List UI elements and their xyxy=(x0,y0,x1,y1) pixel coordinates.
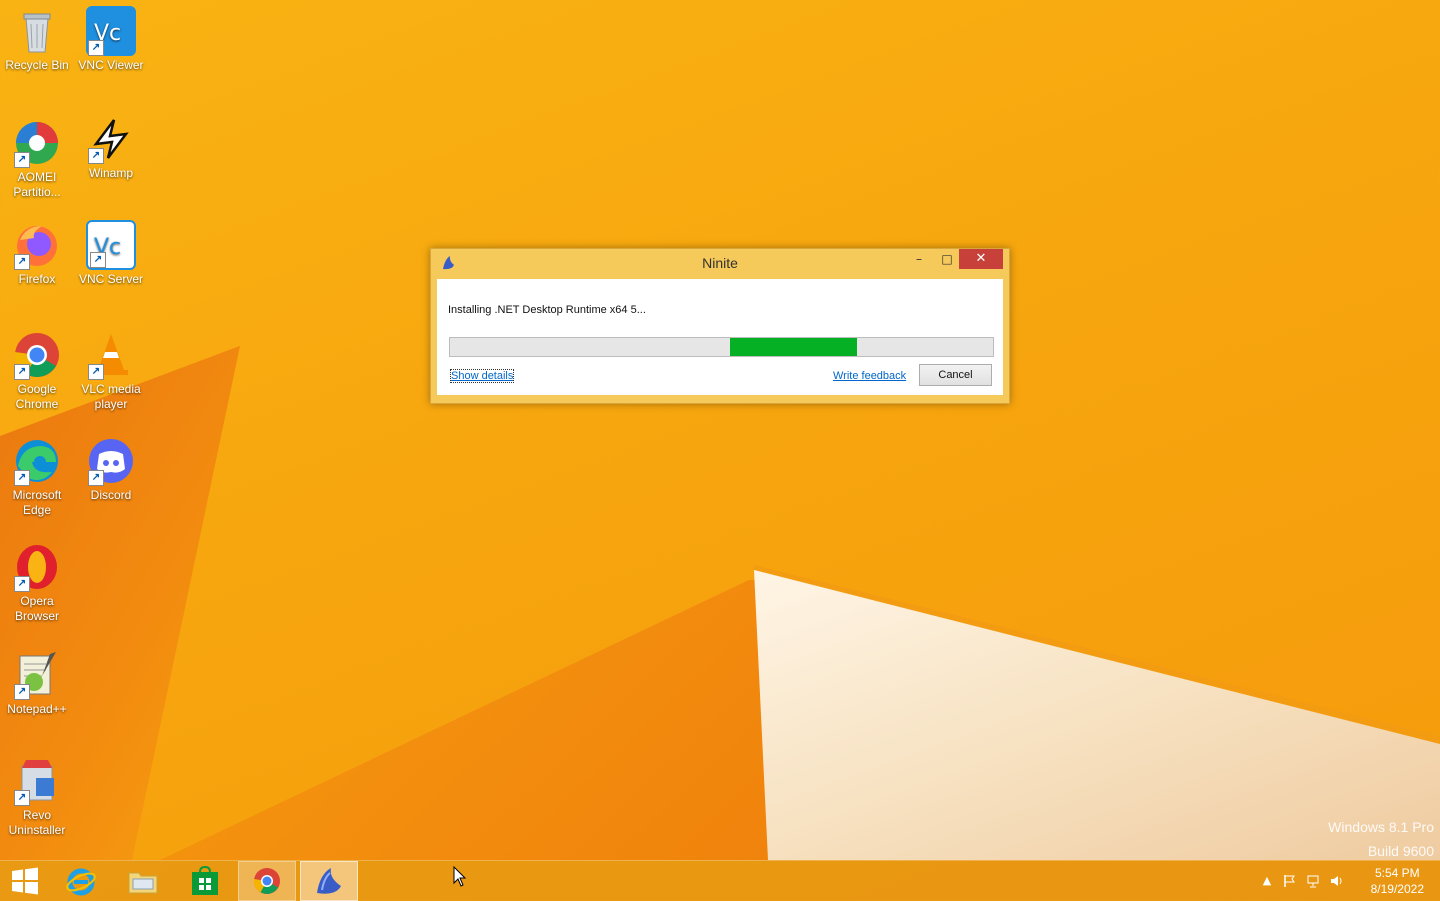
shortcut-arrow-icon: ↗ xyxy=(90,252,106,268)
network-icon[interactable] xyxy=(1306,874,1320,888)
desktop-icon-label: Discord xyxy=(90,488,132,502)
firefox-icon: ↗ xyxy=(12,220,62,270)
desktop-icon-label: Google Chrome xyxy=(15,382,59,411)
shortcut-arrow-icon: ↗ xyxy=(14,684,30,700)
install-status: Installing .NET Desktop Runtime x64 5... xyxy=(448,304,646,316)
desktop-icon-label: VNC Server xyxy=(78,272,143,286)
close-button[interactable]: ✕ xyxy=(959,249,1003,269)
show-details-link[interactable]: Show details xyxy=(449,369,515,383)
shortcut-arrow-icon: ↗ xyxy=(88,470,104,486)
desktop-icon-label: AOMEI Partitio... xyxy=(13,170,61,199)
shortcut-arrow-icon: ↗ xyxy=(88,40,104,56)
desktop-icon-firefox[interactable]: ↗ Firefox xyxy=(0,220,74,287)
vnc-viewer-icon: Vc ↗ xyxy=(86,6,136,56)
start-button[interactable] xyxy=(0,861,50,901)
edge-icon: ↗ xyxy=(12,436,62,486)
ninite-icon xyxy=(317,868,341,894)
chrome-icon xyxy=(253,868,280,894)
shortcut-arrow-icon: ↗ xyxy=(14,152,30,168)
action-center-flag-icon[interactable] xyxy=(1282,874,1296,888)
aomei-partition-icon: ↗ xyxy=(12,118,62,168)
desktop-icon-aomei-partition[interactable]: ↗ AOMEI Partitio... xyxy=(0,118,74,200)
wallpaper-facet xyxy=(160,580,800,860)
desktop-icon-vnc-viewer[interactable]: Vc ↗ VNC Viewer xyxy=(74,6,148,73)
shortcut-arrow-icon: ↗ xyxy=(14,576,30,592)
taskbar-file-explorer[interactable] xyxy=(114,861,172,901)
winamp-icon: ↗ xyxy=(86,114,136,164)
minimize-button[interactable]: – xyxy=(905,249,933,269)
shortcut-arrow-icon: ↗ xyxy=(14,364,30,380)
desktop-icon-label: Recycle Bin xyxy=(5,58,69,72)
desktop-icon-label: Firefox xyxy=(18,272,56,286)
ninite-dialog: Ninite – □ ✕ Installing .NET Desktop Run… xyxy=(430,248,1010,404)
desktop-icon-label: Microsoft Edge xyxy=(12,488,62,517)
volume-icon[interactable] xyxy=(1330,874,1344,888)
shortcut-arrow-icon: ↗ xyxy=(88,364,104,380)
maximize-button[interactable]: □ xyxy=(933,249,961,269)
shortcut-arrow-icon: ↗ xyxy=(14,470,30,486)
clock-time: 5:54 PM xyxy=(1374,866,1420,880)
recycle-bin-icon xyxy=(12,6,62,56)
windows-logo-icon xyxy=(12,867,38,895)
write-feedback-link[interactable]: Write feedback xyxy=(833,370,906,382)
desktop-icon-vnc-server[interactable]: Vc ↗ VNC Server xyxy=(74,220,148,287)
taskbar-google-chrome[interactable] xyxy=(238,861,296,901)
watermark-edition: Windows 8.1 Pro xyxy=(1328,819,1434,835)
clock-date: 8/19/2022 xyxy=(1370,882,1424,896)
desktop-icon-revo-uninstaller[interactable]: ↗ Revo Uninstaller xyxy=(0,756,74,838)
windows-watermark: Windows 8.1 Pro Build 9600 xyxy=(1328,815,1434,863)
desktop-icon-google-chrome[interactable]: ↗ Google Chrome xyxy=(0,330,74,412)
discord-icon: ↗ xyxy=(86,436,136,486)
vlc-cone-icon: ↗ xyxy=(86,330,136,380)
store-icon xyxy=(192,866,218,895)
shortcut-arrow-icon: ↗ xyxy=(88,148,104,164)
taskbar-clock[interactable]: 5:54 PM 8/19/2022 xyxy=(1371,865,1424,897)
shortcut-arrow-icon: ↗ xyxy=(14,790,30,806)
desktop-icon-recycle-bin[interactable]: Recycle Bin xyxy=(0,6,74,73)
desktop-icon-microsoft-edge[interactable]: ↗ Microsoft Edge xyxy=(0,436,74,518)
taskbar-ninite[interactable] xyxy=(300,861,358,901)
progress-bar xyxy=(449,337,994,357)
desktop-icon-label: VNC Viewer xyxy=(78,58,144,72)
desktop-icon-label: Revo Uninstaller xyxy=(8,808,66,837)
notepad-plus-plus-icon: ↗ xyxy=(12,650,62,700)
desktop-icon-label: VLC media player xyxy=(81,382,141,411)
internet-explorer-icon xyxy=(66,868,96,896)
folder-icon xyxy=(128,872,158,894)
desktop-icon-discord[interactable]: ↗ Discord xyxy=(74,436,148,503)
desktop-icon-label: Winamp xyxy=(88,166,133,180)
progress-fill xyxy=(729,338,858,356)
taskbar-internet-explorer[interactable] xyxy=(52,861,110,901)
revo-uninstaller-icon: ↗ xyxy=(12,756,62,806)
chrome-icon: ↗ xyxy=(12,330,62,380)
taskbar-windows-store[interactable] xyxy=(176,861,234,901)
dialog-content: Installing .NET Desktop Runtime x64 5...… xyxy=(437,279,1003,395)
title-bar[interactable]: Ninite – □ ✕ xyxy=(431,249,1009,277)
opera-icon: ↗ xyxy=(12,542,62,592)
desktop-icon-label: Opera Browser xyxy=(14,594,59,623)
taskbar: ▲ 5:54 PM 8/19/2022 xyxy=(0,860,1440,901)
desktop-icon-vlc[interactable]: ↗ VLC media player xyxy=(74,330,148,412)
cancel-button[interactable]: Cancel xyxy=(919,364,992,386)
desktop-icon-winamp[interactable]: ↗ Winamp xyxy=(74,114,148,181)
desktop-icon-opera[interactable]: ↗ Opera Browser xyxy=(0,542,74,624)
mouse-cursor-icon xyxy=(453,866,467,887)
desktop-icon-label: Notepad++ xyxy=(7,702,67,716)
show-hidden-icons-chevron-icon[interactable]: ▲ xyxy=(1260,874,1274,888)
vnc-server-icon: Vc ↗ xyxy=(86,220,136,270)
system-tray: ▲ 5:54 PM 8/19/2022 xyxy=(1260,861,1440,901)
shortcut-arrow-icon: ↗ xyxy=(14,254,30,270)
desktop-icon-notepad-plus-plus[interactable]: ↗ Notepad++ xyxy=(0,650,74,717)
